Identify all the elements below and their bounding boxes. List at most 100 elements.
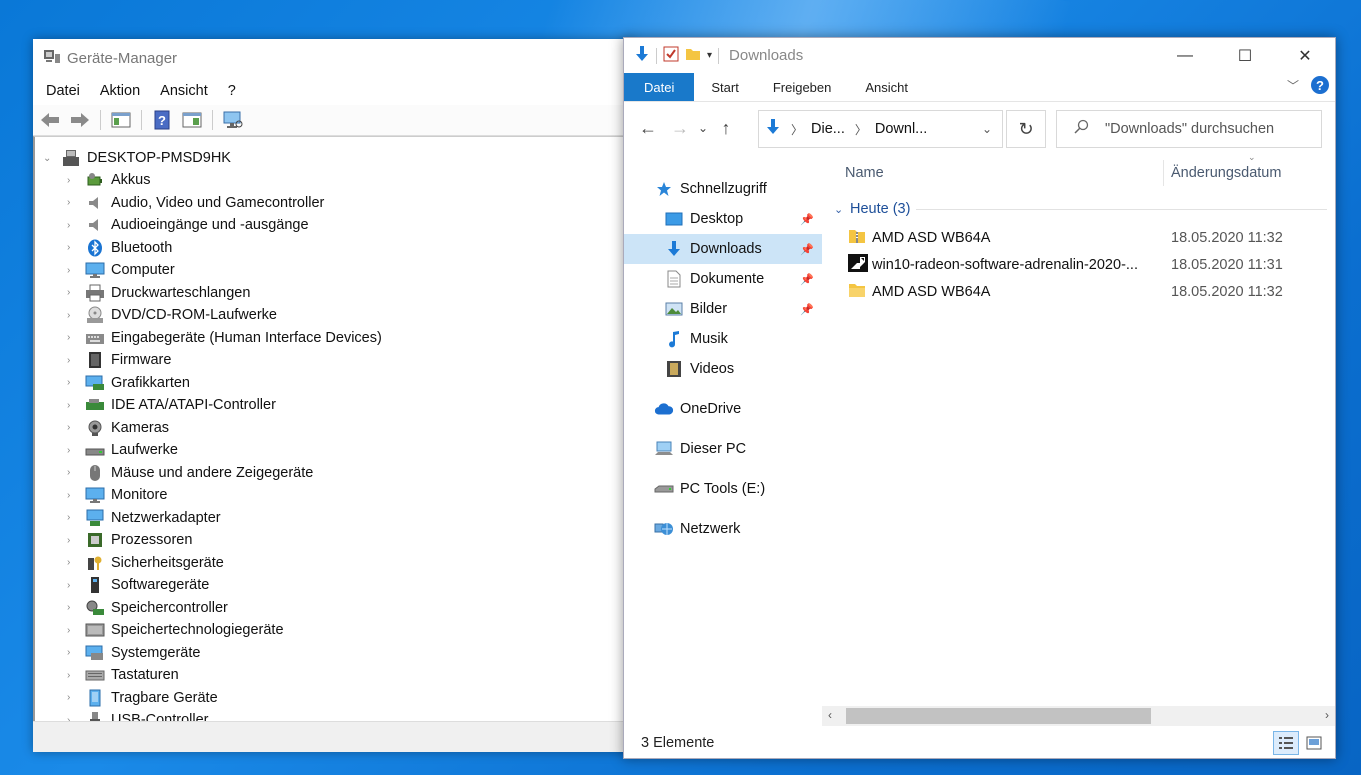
device-category-item[interactable]: › Eingabegeräte (Human Interface Devices) bbox=[35, 327, 633, 350]
back-arrow-icon[interactable] bbox=[37, 108, 63, 132]
chevron-right-icon[interactable]: › bbox=[67, 625, 81, 636]
expand-ribbon-chevron-icon[interactable]: ﹀ bbox=[1287, 77, 1299, 94]
breadcrumb-downloads[interactable]: Downl... bbox=[875, 121, 927, 137]
device-category-item[interactable]: › Grafikkarten bbox=[35, 372, 633, 395]
sidebar-item-music[interactable]: Musik bbox=[624, 324, 822, 354]
close-icon[interactable]: ✕ bbox=[1275, 38, 1335, 73]
back-icon[interactable]: ← bbox=[632, 118, 664, 139]
customize-dropdown-icon[interactable]: ▾ bbox=[707, 50, 712, 61]
column-name[interactable]: Name bbox=[845, 165, 884, 181]
chevron-right-icon[interactable]: › bbox=[67, 602, 81, 613]
device-category-item[interactable]: › Softwaregeräte bbox=[35, 574, 633, 597]
recent-locations-chevron-icon[interactable]: ⌄ bbox=[696, 121, 710, 135]
large-icons-view-icon[interactable] bbox=[1301, 731, 1327, 755]
chevron-right-icon[interactable]: › bbox=[67, 175, 81, 186]
sidebar-onedrive[interactable]: OneDrive bbox=[624, 394, 822, 424]
chevron-down-icon[interactable]: ⌄ bbox=[834, 203, 843, 216]
explorer-titlebar[interactable]: ▾ Downloads — ☐ ✕ bbox=[624, 38, 1335, 73]
device-category-item[interactable]: › Laufwerke bbox=[35, 439, 633, 462]
device-category-item[interactable]: › Sicherheitsgeräte bbox=[35, 552, 633, 575]
device-category-item[interactable]: › Speichercontroller bbox=[35, 597, 633, 620]
device-category-item[interactable]: › Akkus bbox=[35, 169, 633, 192]
breadcrumb-separator-icon[interactable]: 〉 bbox=[791, 121, 803, 138]
tab-freigeben[interactable]: Freigeben bbox=[756, 73, 849, 101]
chevron-right-icon[interactable]: › bbox=[67, 197, 81, 208]
sidebar-item-videos[interactable]: Videos bbox=[624, 354, 822, 384]
chevron-right-icon[interactable]: › bbox=[67, 647, 81, 658]
tree-root-computer[interactable]: ⌄ DESKTOP-PMSD9HK bbox=[35, 147, 633, 169]
chevron-right-icon[interactable]: › bbox=[67, 242, 81, 253]
details-view-icon[interactable] bbox=[1273, 731, 1299, 755]
device-category-item[interactable]: › IDE ATA/ATAPI-Controller bbox=[35, 394, 633, 417]
file-row[interactable]: win10-radeon-software-adrenalin-2020-...… bbox=[822, 251, 1335, 278]
show-hide-console-tree-icon[interactable] bbox=[108, 108, 134, 132]
chevron-right-icon[interactable]: › bbox=[67, 332, 81, 343]
chevron-right-icon[interactable]: › bbox=[67, 310, 81, 321]
menu-ansicht[interactable]: Ansicht bbox=[150, 83, 218, 99]
device-category-item[interactable]: › Tastaturen bbox=[35, 664, 633, 687]
chevron-down-icon[interactable]: ⌄ bbox=[43, 153, 57, 164]
sidebar-item-desktop[interactable]: Desktop 📌 bbox=[624, 204, 822, 234]
device-category-item[interactable]: › Firmware bbox=[35, 349, 633, 372]
device-category-item[interactable]: › Speichertechnologiegeräte bbox=[35, 619, 633, 642]
chevron-right-icon[interactable]: › bbox=[67, 265, 81, 276]
sidebar-drive-e[interactable]: PC Tools (E:) bbox=[624, 474, 822, 504]
device-category-item[interactable]: › Tragbare Geräte bbox=[35, 687, 633, 710]
chevron-right-icon[interactable]: › bbox=[67, 692, 81, 703]
scan-hardware-monitor-icon[interactable] bbox=[220, 108, 246, 132]
refresh-icon[interactable]: ↻ bbox=[1006, 110, 1046, 148]
forward-arrow-icon[interactable] bbox=[67, 108, 93, 132]
device-category-item[interactable]: › Prozessoren bbox=[35, 529, 633, 552]
chevron-right-icon[interactable]: › bbox=[67, 467, 81, 478]
address-bar[interactable]: 〉 Die... 〉 Downl... ⌄ bbox=[758, 110, 1003, 148]
scroll-right-icon[interactable]: › bbox=[1325, 708, 1329, 722]
column-divider[interactable] bbox=[1163, 160, 1164, 186]
up-icon[interactable]: ↑ bbox=[710, 118, 742, 139]
menu-datei[interactable]: Datei bbox=[36, 83, 90, 99]
sidebar-network[interactable]: Netzwerk bbox=[624, 514, 822, 544]
tab-start[interactable]: Start bbox=[694, 73, 755, 101]
breadcrumb-separator-icon[interactable]: 〉 bbox=[855, 121, 867, 138]
menu-aktion[interactable]: Aktion bbox=[90, 83, 150, 99]
forward-icon[interactable]: → bbox=[664, 118, 696, 139]
device-category-item[interactable]: › Netzwerkadapter bbox=[35, 507, 633, 530]
maximize-icon[interactable]: ☐ bbox=[1215, 38, 1275, 73]
new-folder-icon[interactable] bbox=[685, 46, 701, 66]
device-category-item[interactable]: › Audio, Video und Gamecontroller bbox=[35, 192, 633, 215]
sidebar-this-pc[interactable]: Dieser PC bbox=[624, 434, 822, 464]
chevron-right-icon[interactable]: › bbox=[67, 670, 81, 681]
chevron-right-icon[interactable]: › bbox=[67, 422, 81, 433]
device-category-item[interactable]: › Kameras bbox=[35, 417, 633, 440]
chevron-right-icon[interactable]: › bbox=[67, 535, 81, 546]
breadcrumb-this-pc[interactable]: Die... bbox=[811, 121, 845, 137]
chevron-right-icon[interactable]: › bbox=[67, 287, 81, 298]
chevron-right-icon[interactable]: › bbox=[67, 220, 81, 231]
sidebar-item-pictures[interactable]: Bilder 📌 bbox=[624, 294, 822, 324]
device-category-item[interactable]: › Audioeingänge und -ausgänge bbox=[35, 214, 633, 237]
device-category-item[interactable]: › Computer bbox=[35, 259, 633, 282]
search-box[interactable]: "Downloads" durchsuchen bbox=[1056, 110, 1322, 148]
scrollbar-thumb[interactable] bbox=[846, 708, 1151, 724]
chevron-right-icon[interactable]: › bbox=[67, 490, 81, 501]
sidebar-item-documents[interactable]: Dokumente 📌 bbox=[624, 264, 822, 294]
dm-titlebar[interactable]: Geräte-Manager bbox=[33, 39, 633, 77]
scroll-left-icon[interactable]: ‹ bbox=[828, 708, 832, 722]
sidebar-quick-access[interactable]: Schnellzugriff bbox=[624, 174, 822, 204]
device-category-item[interactable]: › Monitore bbox=[35, 484, 633, 507]
chevron-right-icon[interactable]: › bbox=[67, 557, 81, 568]
properties-check-icon[interactable] bbox=[663, 46, 679, 66]
menu-help[interactable]: ? bbox=[218, 83, 246, 99]
help-icon[interactable]: ? bbox=[1311, 76, 1329, 94]
device-category-item[interactable]: › Druckwarteschlangen bbox=[35, 282, 633, 305]
device-category-item[interactable]: › Bluetooth bbox=[35, 237, 633, 260]
chevron-right-icon[interactable]: › bbox=[67, 377, 81, 388]
file-row[interactable]: AMD ASD WB64A 18.05.2020 11:32 bbox=[822, 278, 1335, 305]
chevron-right-icon[interactable]: › bbox=[67, 355, 81, 366]
sidebar-item-downloads[interactable]: Downloads 📌 bbox=[624, 234, 822, 264]
tab-ansicht[interactable]: Ansicht bbox=[848, 73, 925, 101]
help-book-icon[interactable]: ? bbox=[149, 108, 175, 132]
minimize-icon[interactable]: — bbox=[1155, 38, 1215, 73]
properties-pane-icon[interactable] bbox=[179, 108, 205, 132]
group-header-today[interactable]: ⌄ Heute (3) bbox=[822, 194, 1335, 224]
chevron-right-icon[interactable]: › bbox=[67, 445, 81, 456]
